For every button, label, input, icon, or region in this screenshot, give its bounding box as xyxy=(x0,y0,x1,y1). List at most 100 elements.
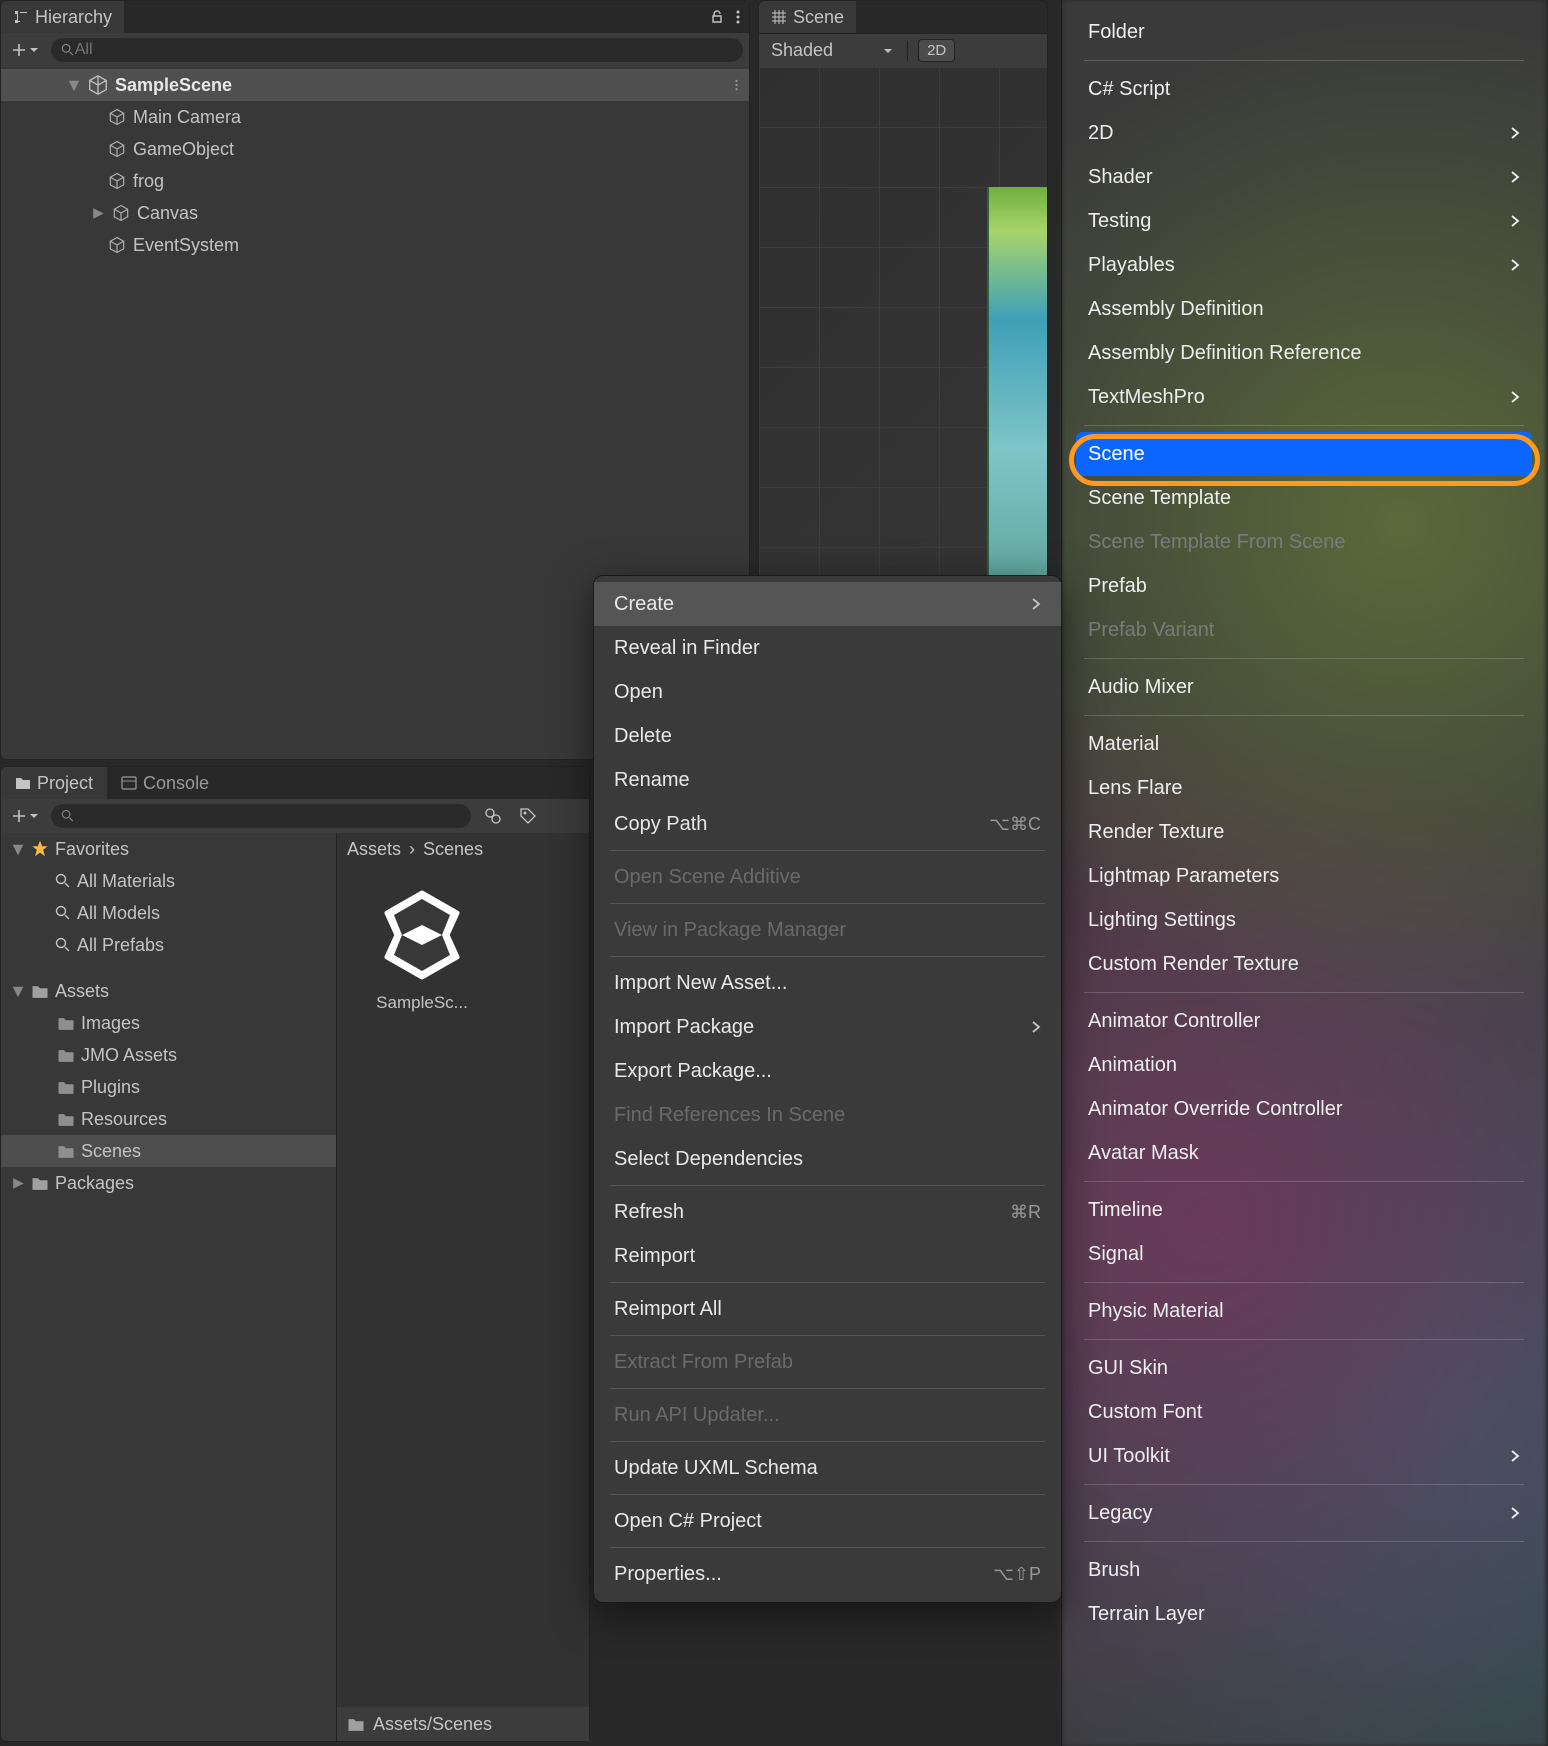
asset-folder-item[interactable]: Resources xyxy=(1,1103,336,1135)
asset-folder-label: Plugins xyxy=(81,1077,140,1098)
asset-item[interactable]: SampleSc... xyxy=(357,885,487,1013)
submenu-item[interactable]: Legacy xyxy=(1062,1491,1546,1535)
submenu-item[interactable]: Signal xyxy=(1062,1232,1546,1276)
folder-icon xyxy=(57,1016,75,1031)
submenu-item[interactable]: TextMeshPro xyxy=(1062,375,1546,419)
submenu-item[interactable]: Terrain Layer xyxy=(1062,1592,1546,1636)
packages-row[interactable]: ▼ Packages xyxy=(1,1167,336,1199)
filter-label-icon[interactable] xyxy=(515,807,541,825)
menu-item[interactable]: Reveal in Finder xyxy=(594,626,1061,670)
menu-separator xyxy=(1084,1181,1524,1182)
asset-folder-item[interactable]: Scenes xyxy=(1,1135,336,1167)
submenu-item[interactable]: Physic Material xyxy=(1062,1289,1546,1333)
asset-folder-item[interactable]: JMO Assets xyxy=(1,1039,336,1071)
hierarchy-item-label: GameObject xyxy=(133,139,234,160)
menu-item[interactable]: Rename xyxy=(594,758,1061,802)
submenu-item[interactable]: Custom Render Texture xyxy=(1062,942,1546,986)
scene-tab[interactable]: Scene xyxy=(759,1,856,33)
menu-item[interactable]: Import New Asset... xyxy=(594,961,1061,1005)
submenu-item[interactable]: Render Texture xyxy=(1062,810,1546,854)
menu-item[interactable]: Create xyxy=(594,582,1061,626)
project-create-dropdown[interactable] xyxy=(7,808,43,824)
favorite-item[interactable]: All Prefabs xyxy=(1,929,336,961)
lock-icon[interactable] xyxy=(709,9,725,25)
submenu-item[interactable]: Playables xyxy=(1062,243,1546,287)
hierarchy-item[interactable]: Main Camera xyxy=(1,101,749,133)
fold-icon[interactable]: ▼ xyxy=(88,206,109,220)
submenu-item[interactable]: Assembly Definition xyxy=(1062,287,1546,331)
submenu-item[interactable]: Brush xyxy=(1062,1548,1546,1592)
project-search-input[interactable] xyxy=(75,807,461,825)
asset-grid[interactable]: SampleSc... xyxy=(337,865,589,1707)
submenu-item[interactable]: Assembly Definition Reference xyxy=(1062,331,1546,375)
breadcrumb-a[interactable]: Assets xyxy=(347,839,401,860)
submenu-item[interactable]: Scene xyxy=(1076,432,1532,476)
submenu-item[interactable]: Lighting Settings xyxy=(1062,898,1546,942)
fold-icon[interactable]: ▼ xyxy=(67,75,81,96)
menu-item: View in Package Manager xyxy=(594,908,1061,952)
menu-item[interactable]: Delete xyxy=(594,714,1061,758)
menu-item[interactable]: Select Dependencies xyxy=(594,1137,1061,1181)
submenu-item[interactable]: Animation xyxy=(1062,1043,1546,1087)
submenu-item[interactable]: Audio Mixer xyxy=(1062,665,1546,709)
breadcrumb[interactable]: Assets › Scenes xyxy=(337,833,589,865)
submenu-item[interactable]: Custom Font xyxy=(1062,1390,1546,1434)
menu-item[interactable]: Reimport xyxy=(594,1234,1061,1278)
kebab-icon[interactable] xyxy=(735,9,741,25)
favorite-item-label: All Models xyxy=(77,903,160,924)
hierarchy-tab[interactable]: Hierarchy xyxy=(1,1,124,33)
submenu-item[interactable]: GUI Skin xyxy=(1062,1346,1546,1390)
submenu-item[interactable]: Testing xyxy=(1062,199,1546,243)
asset-folder-item[interactable]: Plugins xyxy=(1,1071,336,1103)
menu-item[interactable]: Copy Path⌥⌘C xyxy=(594,802,1061,846)
submenu-item[interactable]: Avatar Mask xyxy=(1062,1131,1546,1175)
asset-folder-item[interactable]: Images xyxy=(1,1007,336,1039)
hierarchy-item[interactable]: ▼Canvas xyxy=(1,197,749,229)
submenu-item[interactable]: Prefab xyxy=(1062,564,1546,608)
submenu-item[interactable]: Timeline xyxy=(1062,1188,1546,1232)
hierarchy-item[interactable]: frog xyxy=(1,165,749,197)
submenu-item[interactable]: C# Script xyxy=(1062,67,1546,111)
create-dropdown[interactable] xyxy=(7,42,43,58)
menu-item-label: Run API Updater... xyxy=(614,1404,780,1427)
favorites-row[interactable]: ▼ Favorites xyxy=(1,833,336,865)
menu-item[interactable]: Reimport All xyxy=(594,1287,1061,1331)
menu-item[interactable]: Update UXML Schema xyxy=(594,1446,1061,1490)
submenu-item[interactable]: Lens Flare xyxy=(1062,766,1546,810)
filter-type-icon[interactable] xyxy=(479,806,507,826)
submenu-item[interactable]: UI Toolkit xyxy=(1062,1434,1546,1478)
menu-item: Open Scene Additive xyxy=(594,855,1061,899)
submenu-item[interactable]: Scene Template xyxy=(1062,476,1546,520)
hierarchy-search-input[interactable] xyxy=(75,41,733,59)
menu-item[interactable]: Export Package... xyxy=(594,1049,1061,1093)
hierarchy-item[interactable]: EventSystem xyxy=(1,229,749,261)
project-search[interactable] xyxy=(51,804,471,828)
menu-item-label: Refresh xyxy=(614,1201,684,1224)
menu-item[interactable]: Import Package xyxy=(594,1005,1061,1049)
breadcrumb-b[interactable]: Scenes xyxy=(423,839,483,860)
assets-row[interactable]: ▼ Assets xyxy=(1,975,336,1007)
project-tab[interactable]: Project xyxy=(1,767,107,799)
menu-item[interactable]: Open xyxy=(594,670,1061,714)
menu-item[interactable]: Refresh⌘R xyxy=(594,1190,1061,1234)
submenu-item: Prefab Variant xyxy=(1062,608,1546,652)
shading-mode-dropdown[interactable]: Shaded xyxy=(767,40,897,61)
hierarchy-item[interactable]: GameObject xyxy=(1,133,749,165)
2d-toggle-button[interactable]: 2D xyxy=(918,39,955,62)
kebab-icon[interactable] xyxy=(734,77,739,93)
submenu-item[interactable]: Lightmap Parameters xyxy=(1062,854,1546,898)
menu-item[interactable]: Open C# Project xyxy=(594,1499,1061,1543)
console-tab[interactable]: Console xyxy=(107,767,223,799)
submenu-item[interactable]: 2D xyxy=(1062,111,1546,155)
menu-separator xyxy=(1084,425,1524,426)
submenu-item[interactable]: Material xyxy=(1062,722,1546,766)
submenu-item[interactable]: Folder xyxy=(1062,10,1546,54)
favorite-item[interactable]: All Materials xyxy=(1,865,336,897)
submenu-item[interactable]: Shader xyxy=(1062,155,1546,199)
submenu-item[interactable]: Animator Override Controller xyxy=(1062,1087,1546,1131)
submenu-item[interactable]: Animator Controller xyxy=(1062,999,1546,1043)
menu-item[interactable]: Properties...⌥⇧P xyxy=(594,1552,1061,1596)
scene-root-row[interactable]: ▼ SampleScene xyxy=(1,69,749,101)
hierarchy-search[interactable] xyxy=(51,38,743,62)
favorite-item[interactable]: All Models xyxy=(1,897,336,929)
